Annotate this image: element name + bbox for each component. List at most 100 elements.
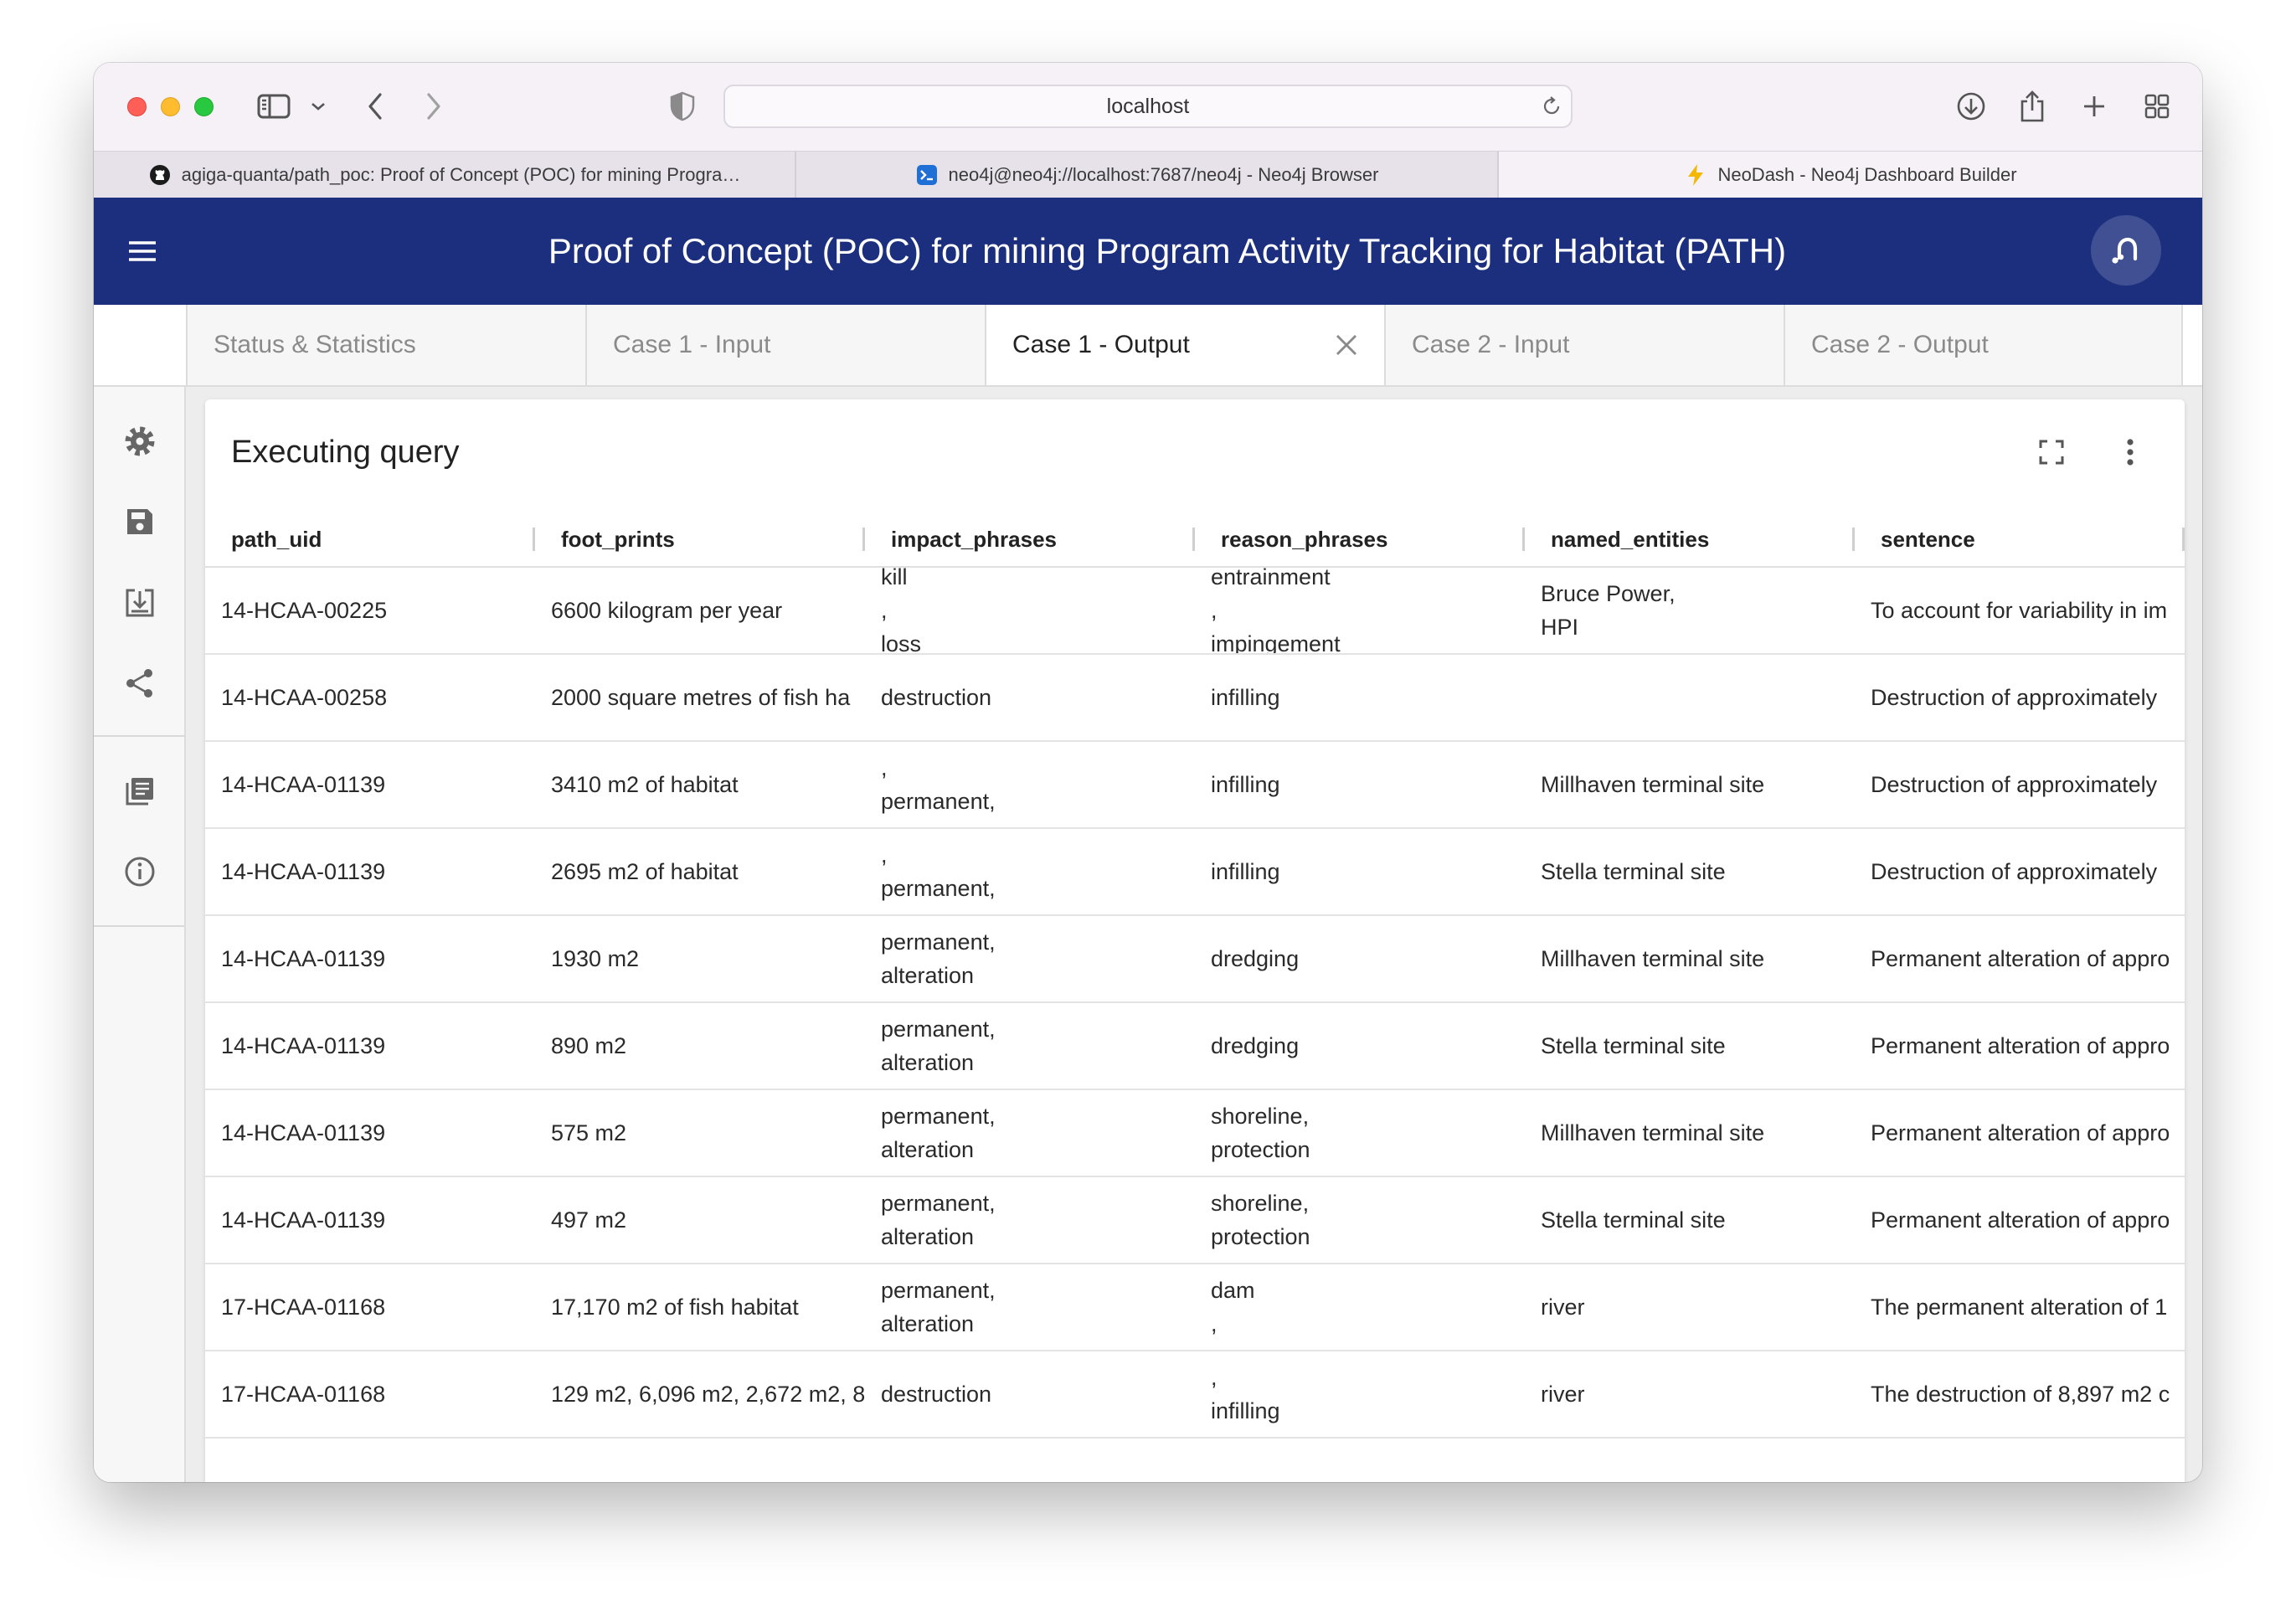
zoom-window-button[interactable] bbox=[194, 97, 214, 116]
menu-icon[interactable] bbox=[124, 233, 161, 270]
table-cell-sentence: Permanent alteration of appro bbox=[1855, 1003, 2185, 1089]
table-row: 14-HCAA-01139 575 m2 permanent, alteration s… bbox=[205, 1090, 2185, 1177]
chevron-down-icon[interactable] bbox=[300, 88, 337, 125]
downloads-icon[interactable] bbox=[1953, 88, 1990, 125]
table-cell-reason-phrases: dredging bbox=[1195, 916, 1525, 1001]
cell-text: 14-HCAA-00258 bbox=[221, 685, 388, 710]
cell-text: river bbox=[1541, 1295, 1585, 1320]
tab-case-2-input[interactable]: Case 2 - Input bbox=[1384, 305, 1784, 385]
table-cell-reason-phrases: shoreline, protection bbox=[1195, 1090, 1525, 1176]
save-icon[interactable] bbox=[121, 503, 158, 540]
more-options-icon[interactable] bbox=[2112, 434, 2149, 471]
column-header-label: sentence bbox=[1881, 527, 1975, 552]
report-card: Executing query path_uid foot_prints impac… bbox=[205, 399, 2185, 1482]
cell-text: Destruction of approximately bbox=[1871, 859, 2158, 884]
back-icon[interactable] bbox=[357, 88, 394, 125]
app-header: Proof of Concept (POC) for mining Progra… bbox=[94, 198, 2202, 305]
table-row: 14-HCAA-01139 3410 m2 of habitat, permanen… bbox=[205, 742, 2185, 829]
table-cell-reason-phrases: dam, bbox=[1195, 1264, 1525, 1350]
browser-tab-label: agiga-quanta/path_poc: Proof of Concept … bbox=[181, 163, 741, 185]
cell-text: Millhaven terminal site bbox=[1541, 772, 1765, 797]
cell-text: 14-HCAA-00225 bbox=[221, 598, 388, 623]
cell-text: Permanent alteration of appro bbox=[1871, 1033, 2170, 1058]
cell-text: 14-HCAA-01139 bbox=[221, 1033, 386, 1058]
table-cell-foot-prints: 497 m2 bbox=[535, 1177, 865, 1263]
refresh-icon[interactable] bbox=[1539, 94, 1564, 119]
cell-text: Stella terminal site bbox=[1541, 1033, 1726, 1058]
neo4j-logo-icon[interactable] bbox=[2091, 215, 2161, 286]
table-cell-impact-phrases: permanent, alteration bbox=[865, 1003, 1195, 1089]
sidebar-divider bbox=[94, 735, 184, 737]
shield-icon[interactable] bbox=[664, 88, 701, 125]
table-cell-path-uid: 14-HCAA-01139 bbox=[205, 1177, 535, 1263]
tab-overview-icon[interactable] bbox=[2139, 88, 2175, 125]
close-icon[interactable] bbox=[1333, 332, 1360, 358]
card-title[interactable]: Executing query bbox=[231, 431, 460, 473]
table-cell-sentence: The destruction of 8,897 m2 c bbox=[1855, 1351, 2185, 1437]
download-icon[interactable] bbox=[121, 584, 158, 621]
browser-tab-neodash[interactable]: NeoDash - Neo4j Dashboard Builder bbox=[1499, 152, 2202, 198]
cell-text: 6600 kilogram per year bbox=[551, 598, 783, 623]
cell-text: alteration bbox=[881, 1311, 975, 1336]
tab-case-2-output[interactable]: Case 2 - Output bbox=[1784, 305, 2183, 385]
cell-text: permanent, bbox=[881, 929, 996, 955]
tab-status-statistics[interactable]: Status & Statistics bbox=[186, 305, 585, 385]
tab-label: Case 2 - Input bbox=[1412, 331, 1570, 358]
table-cell-impact-phrases: destruction bbox=[865, 1351, 1195, 1437]
cell-text: , bbox=[881, 842, 888, 867]
table-cell-named-entities: Stella terminal site bbox=[1525, 1177, 1855, 1263]
library-icon[interactable] bbox=[121, 773, 158, 810]
cell-text: infilling bbox=[1211, 772, 1280, 797]
gear-icon[interactable] bbox=[121, 423, 158, 460]
table-row: 14-HCAA-01139 497 m2 permanent, alteration s… bbox=[205, 1177, 2185, 1264]
cell-text: permanent, bbox=[881, 1104, 996, 1129]
cell-text: destruction bbox=[881, 685, 992, 710]
column-header-label: foot_prints bbox=[561, 527, 675, 552]
minimize-window-button[interactable] bbox=[161, 97, 180, 116]
cell-text: HPI bbox=[1541, 615, 1579, 640]
dashboard-title[interactable]: Proof of Concept (POC) for mining Progra… bbox=[412, 198, 1923, 305]
table-cell-reason-phrases: entrainment, impingement bbox=[1195, 568, 1525, 653]
table-cell-reason-phrases: infilling bbox=[1195, 742, 1525, 827]
cell-text: loss bbox=[881, 631, 922, 653]
table-cell-reason-phrases: infilling bbox=[1195, 829, 1525, 914]
info-icon[interactable] bbox=[121, 853, 158, 890]
browser-tab-neo4j-browser[interactable]: neo4j@neo4j://localhost:7687/neo4j - Neo… bbox=[796, 152, 1499, 198]
tab-case-1-output[interactable]: Case 1 - Output bbox=[985, 305, 1384, 385]
cell-text: Permanent alteration of appro bbox=[1871, 1207, 2170, 1233]
cell-text: 14-HCAA-01139 bbox=[221, 946, 386, 971]
share-icon[interactable] bbox=[121, 665, 158, 702]
cell-text: alteration bbox=[881, 1137, 975, 1162]
table-cell-path-uid: 17-HCAA-01168 bbox=[205, 1264, 535, 1350]
cell-text: The permanent alteration of 1 bbox=[1871, 1295, 2168, 1320]
table-cell-path-uid: 14-HCAA-01139 bbox=[205, 1090, 535, 1176]
table-cell-impact-phrases: permanent, alteration bbox=[865, 1090, 1195, 1176]
table-cell-named-entities: Millhaven terminal site bbox=[1525, 742, 1855, 827]
tab-case-1-input[interactable]: Case 1 - Input bbox=[585, 305, 985, 385]
column-header-sentence[interactable]: sentence bbox=[1855, 512, 2185, 566]
sidebar-toggle-icon[interactable] bbox=[255, 88, 292, 125]
close-window-button[interactable] bbox=[127, 97, 147, 116]
table-cell-impact-phrases: permanent, alteration bbox=[865, 1177, 1195, 1263]
column-header-impact-phrases[interactable]: impact_phrases bbox=[865, 512, 1195, 566]
address-bar[interactable]: localhost bbox=[723, 85, 1573, 128]
browser-tab-github[interactable]: agiga-quanta/path_poc: Proof of Concept … bbox=[94, 152, 796, 198]
fullscreen-icon[interactable] bbox=[2033, 434, 2070, 471]
column-header-path-uid[interactable]: path_uid bbox=[205, 512, 535, 566]
share-page-icon[interactable] bbox=[2014, 88, 2051, 125]
lightning-icon bbox=[1684, 163, 1707, 187]
cell-text: , bbox=[881, 598, 888, 623]
cell-text: permanent, bbox=[881, 1278, 996, 1303]
table-cell-impact-phrases: kill, loss bbox=[865, 568, 1195, 653]
column-header-reason-phrases[interactable]: reason_phrases bbox=[1195, 512, 1525, 566]
column-header-named-entities[interactable]: named_entities bbox=[1525, 512, 1855, 566]
table-cell-foot-prints: 2000 square metres of fish ha bbox=[535, 655, 865, 740]
new-tab-icon[interactable] bbox=[2076, 88, 2113, 125]
forward-icon[interactable] bbox=[415, 88, 452, 125]
terminal-icon bbox=[915, 163, 939, 187]
table-cell-foot-prints: 17,170 m2 of fish habitat bbox=[535, 1264, 865, 1350]
table-cell-reason-phrases: shoreline, protection bbox=[1195, 1177, 1525, 1263]
column-header-foot-prints[interactable]: foot_prints bbox=[535, 512, 865, 566]
table-cell-named-entities bbox=[1525, 655, 1855, 740]
column-resize-handle[interactable] bbox=[2182, 528, 2185, 551]
